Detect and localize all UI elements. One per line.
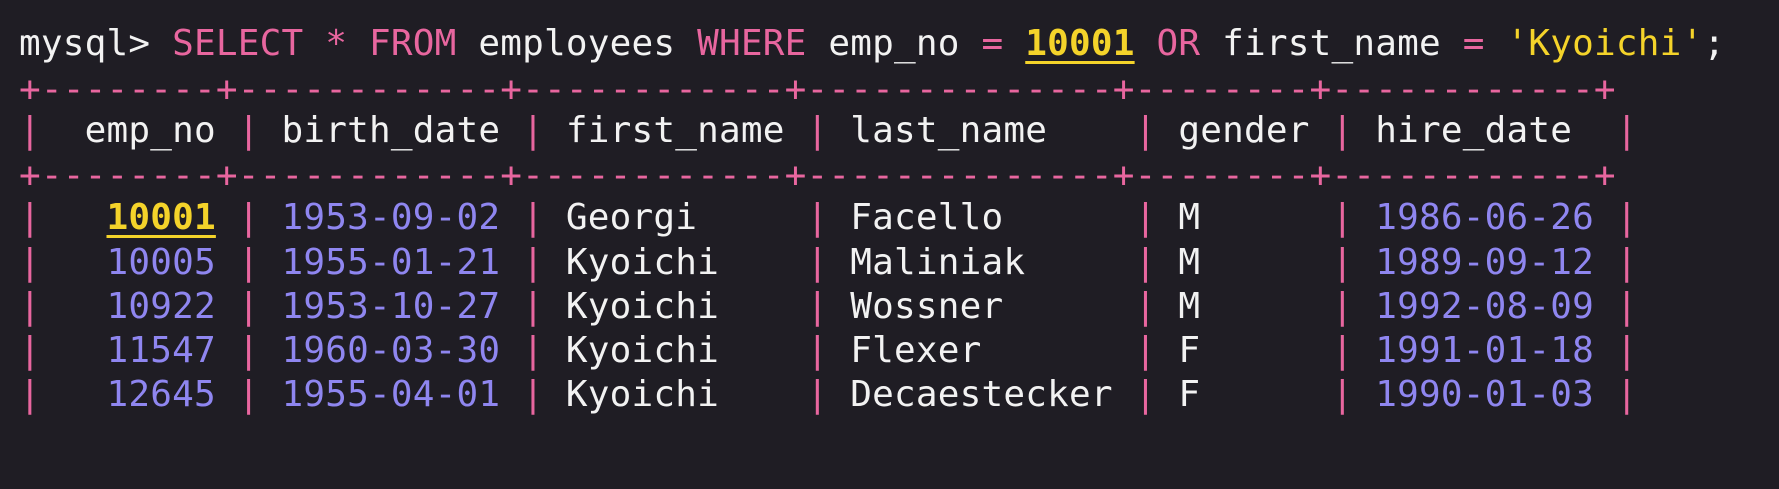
cell-birth-date: 1955-04-01 — [281, 374, 501, 415]
table-row: | 10922 | 1953-10-27 | Kyoichi | Wossner… — [19, 286, 1638, 327]
keyword-where: WHERE — [697, 23, 807, 64]
mysql-prompt: mysql> — [19, 23, 173, 64]
terminal-window[interactable]: mysql> SELECT * FROM employees WHERE emp… — [0, 0, 1779, 489]
cell-first-name: Georgi — [565, 197, 698, 238]
table-row: | 11547 | 1960-03-30 | Kyoichi | Flexer … — [19, 330, 1638, 371]
cell-first-name: Kyoichi — [565, 330, 719, 371]
cell-birth-date: 1955-01-21 — [281, 242, 501, 283]
table-row: | 12645 | 1955-04-01 | Kyoichi | Decaest… — [19, 374, 1638, 415]
column-header: hire_date — [1375, 110, 1573, 151]
cell-last-name: Decaestecker — [850, 374, 1113, 415]
where-column-2: first_name — [1222, 23, 1441, 64]
cell-emp-no: 12645 — [106, 374, 216, 415]
column-header: gender — [1178, 110, 1310, 151]
cell-gender: F — [1178, 330, 1201, 371]
table-row: | 10001 | 1953-09-02 | Georgi | Facello … — [19, 197, 1638, 238]
cell-last-name: Maliniak — [850, 242, 1026, 283]
where-value-2: 'Kyoichi' — [1506, 23, 1704, 64]
column-header: emp_no — [84, 110, 216, 151]
cell-birth-date: 1953-10-27 — [281, 286, 501, 327]
cell-emp-no: 10922 — [106, 286, 216, 327]
cell-gender: M — [1178, 286, 1201, 327]
cell-emp-no: 11547 — [106, 330, 216, 371]
cell-last-name: Facello — [850, 197, 1004, 238]
cell-emp-no: 10001 — [106, 197, 216, 238]
cell-last-name: Flexer — [850, 330, 982, 371]
table-header-row: | emp_no | birth_date | first_name | las… — [19, 110, 1638, 151]
statement-terminator: ; — [1703, 23, 1726, 64]
cell-birth-date: 1953-09-02 — [281, 197, 501, 238]
table-name: employees — [478, 23, 676, 64]
cell-hire-date: 1986-06-26 — [1375, 197, 1594, 238]
cell-hire-date: 1991-01-18 — [1375, 330, 1594, 371]
cell-first-name: Kyoichi — [565, 242, 719, 283]
cell-emp-no: 10005 — [106, 242, 216, 283]
cell-birth-date: 1960-03-30 — [281, 330, 501, 371]
equals-operator-1: = — [981, 23, 1004, 64]
cell-first-name: Kyoichi — [565, 374, 719, 415]
query-line: mysql> SELECT * FROM employees WHERE emp… — [19, 19, 1725, 69]
cell-gender: M — [1178, 197, 1201, 238]
table-row: | 10005 | 1955-01-21 | Kyoichi | Malinia… — [19, 242, 1638, 283]
cell-gender: M — [1178, 242, 1201, 283]
where-value-1: 10001 — [1025, 23, 1135, 64]
keyword-or: OR — [1156, 23, 1201, 64]
column-header: first_name — [565, 110, 785, 151]
equals-operator-2: = — [1462, 23, 1485, 64]
cell-hire-date: 1989-09-12 — [1375, 242, 1594, 283]
column-header: birth_date — [281, 110, 501, 151]
where-column-1: emp_no — [828, 23, 960, 64]
keyword-from: FROM — [369, 23, 457, 64]
keyword-select: SELECT — [172, 23, 304, 64]
cell-gender: F — [1178, 374, 1201, 415]
column-header: last_name — [850, 110, 1048, 151]
cell-hire-date: 1992-08-09 — [1375, 286, 1594, 327]
cell-hire-date: 1990-01-03 — [1375, 374, 1594, 415]
cell-first-name: Kyoichi — [565, 286, 719, 327]
select-star: * — [325, 23, 348, 64]
cell-last-name: Wossner — [850, 286, 1004, 327]
